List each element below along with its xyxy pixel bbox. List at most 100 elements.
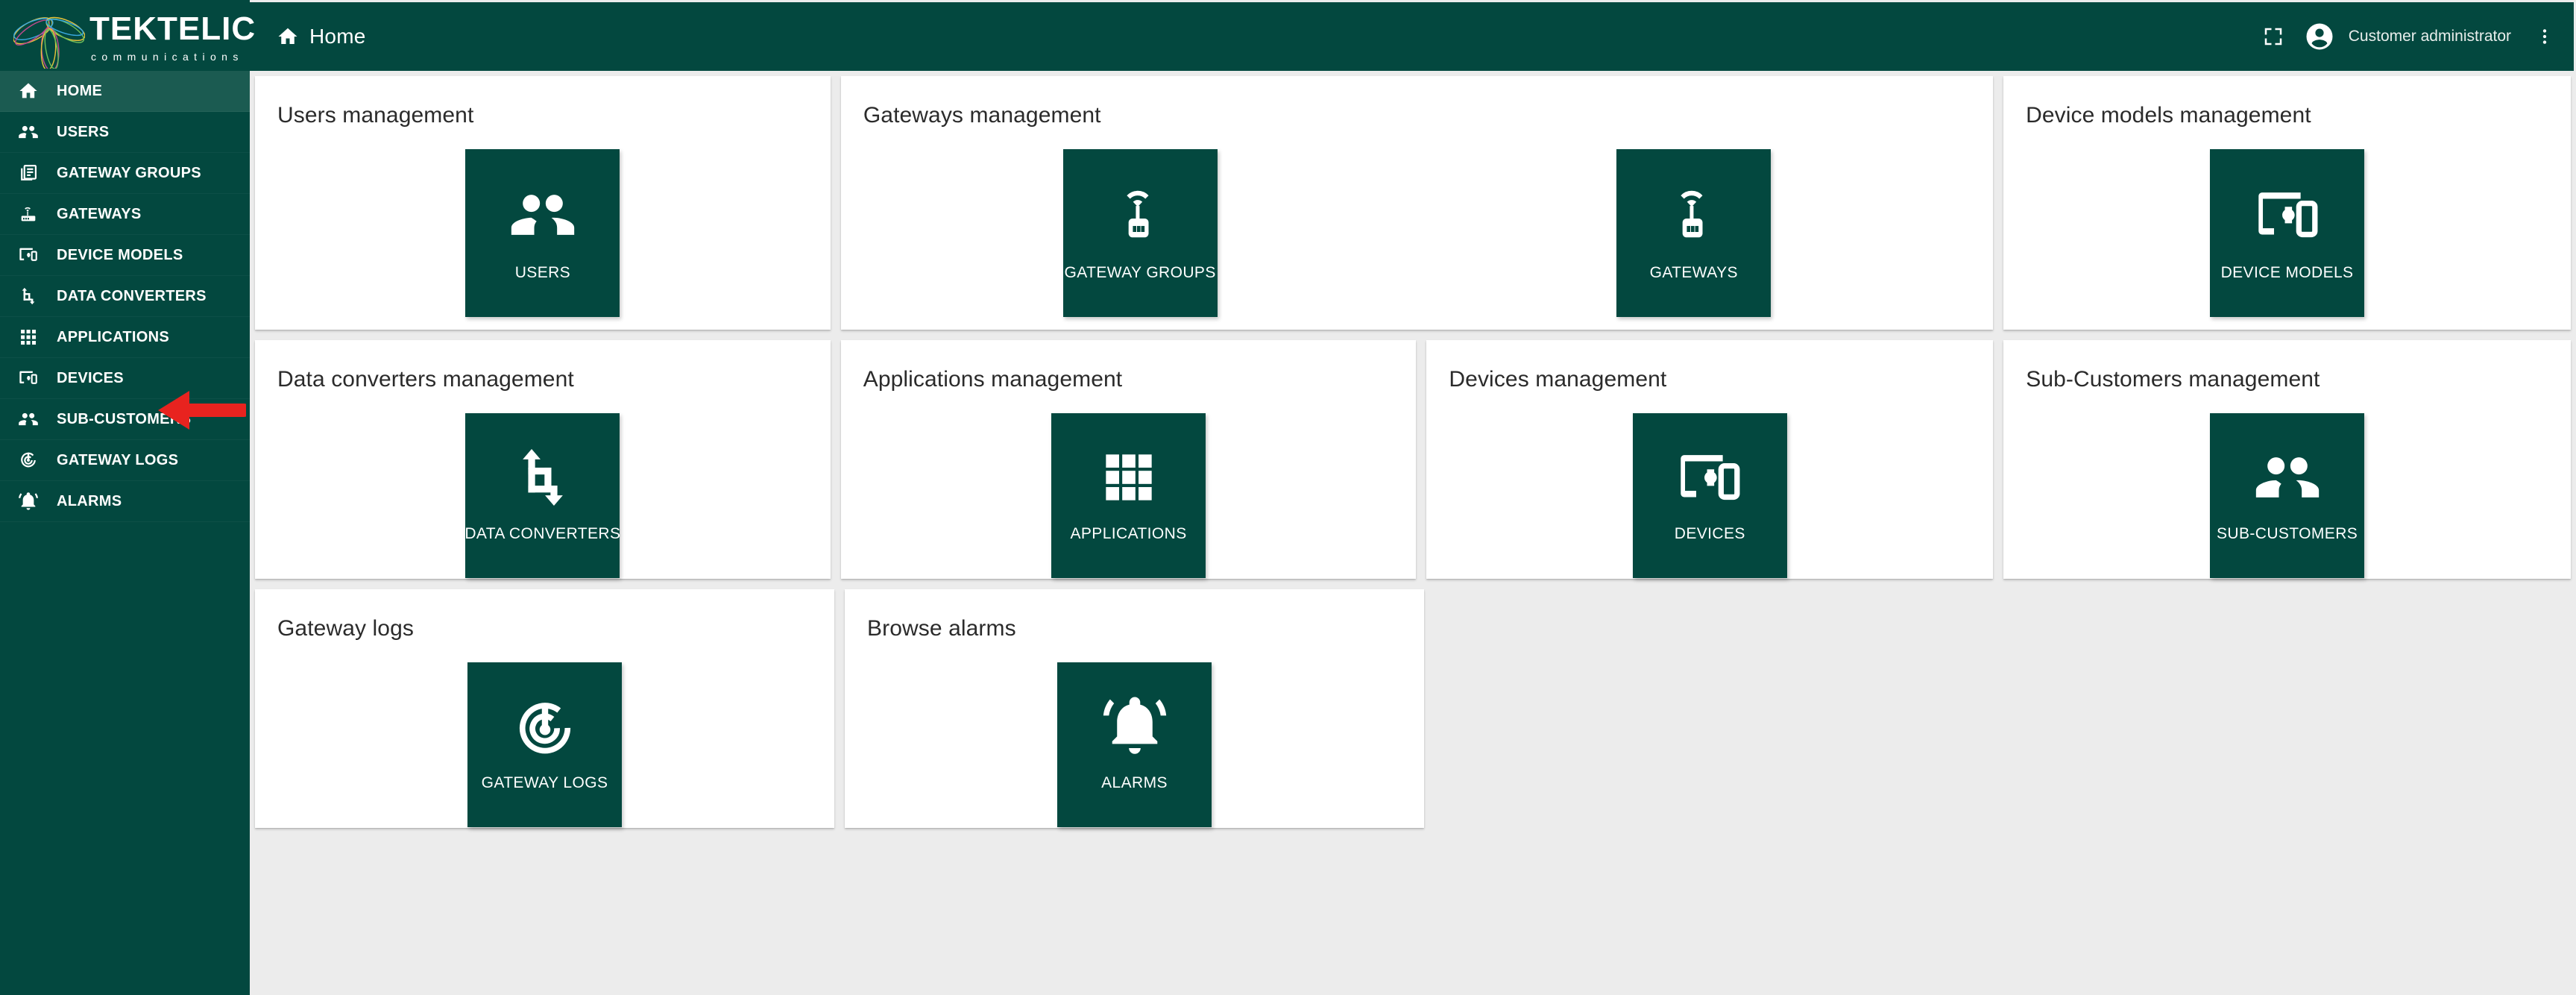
card-applications-management: Applications management APPLICATIONS <box>840 340 1417 579</box>
account-menu[interactable]: Customer administrator <box>2304 21 2511 52</box>
router-icon <box>1660 176 1728 254</box>
sidebar-item-label: ALARMS <box>57 492 122 509</box>
account-name: Customer administrator <box>2348 28 2511 45</box>
tile-label: GATEWAY GROUPS <box>1064 264 1216 281</box>
tile-gateways[interactable]: GATEWAYS <box>1616 149 1772 317</box>
transform-icon <box>508 439 577 516</box>
sidebar-item-label: DEVICE MODELS <box>57 246 183 263</box>
card-title: Devices management <box>1449 367 1667 392</box>
card-title: Browse alarms <box>867 616 1016 641</box>
sidebar-item-label: SUB-CUSTOMERS <box>57 410 192 427</box>
tile-gateway-groups[interactable]: GATEWAY GROUPS <box>1062 149 1218 317</box>
home-icon <box>277 25 299 48</box>
tile-group: DATA CONVERTERS <box>277 413 808 578</box>
tile-alarms[interactable]: ALARMS <box>1057 662 1212 827</box>
devices-other-icon <box>16 366 40 390</box>
tile-label: DEVICE MODELS <box>2220 264 2354 281</box>
avatar <box>2304 21 2335 52</box>
tile-group: GATEWAY GROUPS GATEWAYS <box>863 149 1971 317</box>
tile-devices[interactable]: DEVICES <box>1632 413 1787 578</box>
tile-sub-customers[interactable]: SUB-CUSTOMERS <box>2210 413 2365 578</box>
tile-label: APPLICATIONS <box>1070 525 1187 542</box>
tile-label: DATA CONVERTERS <box>465 525 621 542</box>
sidebar-item-label: GATEWAY GROUPS <box>57 164 201 181</box>
dashboard-content: Users management USERS Gateways manageme… <box>250 71 2576 995</box>
apps-grid-icon <box>16 325 40 349</box>
people-icon <box>16 120 40 144</box>
tile-applications[interactable]: APPLICATIONS <box>1051 413 1206 578</box>
brand-logo-pane[interactable]: TEKTELIC communications <box>0 0 255 71</box>
router-icon <box>16 202 40 226</box>
sidebar-item-label: GATEWAY LOGS <box>57 451 179 468</box>
sidebar-item-gateways[interactable]: GATEWAYS <box>0 194 250 235</box>
page-title: Home <box>309 25 366 48</box>
brand-logo: TEKTELIC communications <box>13 3 256 71</box>
sidebar-item-label: DEVICES <box>57 369 124 386</box>
tile-group: USERS <box>277 149 808 317</box>
tile-group: GATEWAY LOGS <box>277 662 812 827</box>
home-icon <box>16 79 40 103</box>
card-devices-management: Devices management DEVICES <box>1426 340 1994 579</box>
notifications-icon <box>1100 688 1169 765</box>
library-books-icon <box>16 161 40 185</box>
card-device-models-management: Device models management DEVICE MODELS <box>2003 76 2571 330</box>
devices-other-icon <box>2253 176 2322 254</box>
sidebar-item-data-converters[interactable]: DATA CONVERTERS <box>0 276 250 317</box>
card-title: Gateways management <box>863 103 1101 128</box>
brand-tagline: communications <box>91 50 244 63</box>
tile-data-converters[interactable]: DATA CONVERTERS <box>465 413 620 578</box>
dashboard-row-1: Users management USERS Gateways manageme… <box>255 76 2576 330</box>
card-title: Gateway logs <box>277 616 414 641</box>
breadcrumb: Home <box>277 25 366 48</box>
tile-group: DEVICE MODELS <box>2026 149 2548 317</box>
more-vert-icon[interactable] <box>2535 25 2554 48</box>
sidebar-item-gateway-logs[interactable]: GATEWAY LOGS <box>0 440 250 481</box>
tile-label: ALARMS <box>1101 774 1168 791</box>
tile-group: DEVICES <box>1449 413 1971 578</box>
sidebar-item-label: APPLICATIONS <box>57 328 170 345</box>
card-title: Data converters management <box>277 367 574 392</box>
people-icon <box>2253 439 2322 516</box>
sidebar-item-gateway-groups[interactable]: GATEWAY GROUPS <box>0 153 250 194</box>
sidebar-item-users[interactable]: USERS <box>0 112 250 153</box>
tile-label: SUB-CUSTOMERS <box>2217 525 2358 542</box>
router-icon <box>1106 176 1174 254</box>
card-sub-customers-management: Sub-Customers management SUB-CUSTOMERS <box>2003 340 2571 579</box>
devices-other-icon <box>16 243 40 267</box>
apps-grid-icon <box>1095 439 1163 516</box>
card-data-converters-management: Data converters management DATA CONVERTE… <box>255 340 831 579</box>
tile-users[interactable]: USERS <box>465 149 620 317</box>
card-browse-alarms: Browse alarms ALARMS <box>845 589 1424 828</box>
sidebar-item-alarms[interactable]: ALARMS <box>0 481 250 522</box>
body: HOME USERS GATEWAY GROUPS GATEWAYS DEVIC… <box>0 71 2576 995</box>
sidebar-item-label: HOME <box>57 82 103 99</box>
sidebar-item-home[interactable]: HOME <box>0 71 250 112</box>
sidebar-item-devices[interactable]: DEVICES <box>0 358 250 399</box>
sidebar-item-sub-customers[interactable]: SUB-CUSTOMERS <box>0 399 250 440</box>
card-title: Users management <box>277 103 474 128</box>
brand-name: TEKTELIC <box>89 10 256 47</box>
brand-wordmark: TEKTELIC communications <box>89 10 256 63</box>
dashboard-row-2: Data converters management DATA CONVERTE… <box>255 340 2576 579</box>
tile-label: GATEWAYS <box>1649 264 1738 281</box>
tile-group: ALARMS <box>867 662 1402 827</box>
tile-label: USERS <box>514 264 571 281</box>
card-title: Sub-Customers management <box>2026 367 2320 392</box>
tile-label: DEVICES <box>1674 525 1745 542</box>
tile-gateway-logs[interactable]: GATEWAY LOGS <box>467 662 622 827</box>
tile-group: APPLICATIONS <box>863 413 1394 578</box>
card-title: Device models management <box>2026 103 2311 128</box>
tile-device-models[interactable]: DEVICE MODELS <box>2210 149 2365 317</box>
fullscreen-icon[interactable] <box>2262 25 2284 48</box>
notifications-icon <box>16 489 40 513</box>
sidebar-item-device-models[interactable]: DEVICE MODELS <box>0 235 250 276</box>
track-changes-icon <box>16 448 40 472</box>
sidebar-item-label: USERS <box>57 123 110 140</box>
people-icon <box>16 407 40 431</box>
top-strip: TEKTELIC communications Home Customer ad… <box>0 0 2576 71</box>
sidebar-item-applications[interactable]: APPLICATIONS <box>0 317 250 358</box>
track-changes-icon <box>511 688 579 765</box>
card-users-management: Users management USERS <box>255 76 831 330</box>
people-icon <box>508 176 577 254</box>
sidebar-item-label: DATA CONVERTERS <box>57 287 207 304</box>
